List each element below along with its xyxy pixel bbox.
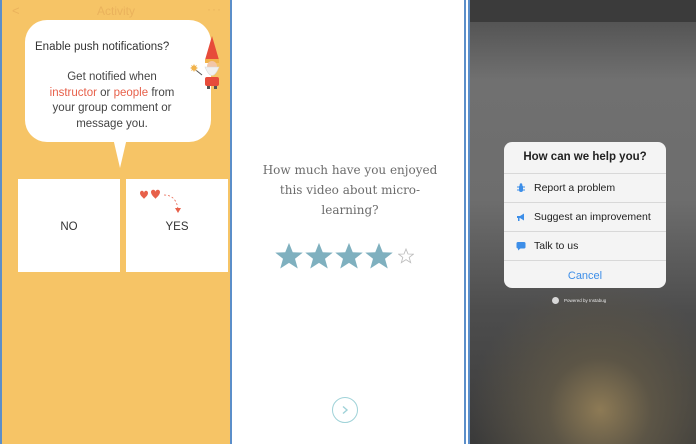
rating-screen: How much have you enjoyed this video abo…: [234, 0, 466, 444]
yes-label: YES: [165, 221, 189, 233]
star-filled-icon[interactable]: [304, 241, 334, 271]
star-empty-icon[interactable]: [398, 248, 414, 264]
message-text: Get notified when: [67, 71, 157, 83]
chat-icon: [516, 241, 526, 251]
nav-bar: < Activity ···: [2, 0, 230, 22]
notification-prompt-screen: < Activity ··· Enable push notifications…: [0, 0, 232, 444]
bug-icon: [516, 183, 526, 193]
prompt-title: Enable push notifications?: [35, 41, 170, 53]
instabug-logo-icon: [552, 297, 559, 304]
star-filled-icon[interactable]: [274, 241, 304, 271]
highlight-people: people: [113, 86, 149, 99]
more-button[interactable]: ···: [207, 0, 222, 20]
star-rating[interactable]: [274, 238, 414, 274]
sheet-title: How can we help you?: [504, 142, 666, 174]
powered-by-footer: Powered by Instabug: [552, 297, 606, 304]
star-filled-icon[interactable]: [334, 241, 364, 271]
no-button[interactable]: NO: [18, 179, 120, 272]
bubble-pointer: [113, 138, 127, 168]
option-label: Talk to us: [534, 240, 579, 252]
prompt-message: Get notified when instructor or people f…: [39, 70, 185, 132]
suggest-improvement-option[interactable]: Suggest an improvement: [504, 203, 666, 232]
option-label: Report a problem: [534, 182, 616, 194]
help-menu-screen: How can we help you? Report a problem Su…: [468, 0, 696, 444]
rating-question: How much have you enjoyed this video abo…: [262, 163, 438, 217]
blurred-status-bar: [470, 0, 696, 22]
yes-button[interactable]: YES: [126, 179, 228, 272]
message-connector: or: [100, 86, 111, 99]
notification-bubble: Enable push notifications? Get notified …: [25, 20, 220, 142]
talk-to-us-option[interactable]: Talk to us: [504, 232, 666, 261]
highlight-instructor: instructor: [49, 86, 97, 99]
hearts-icon: [140, 189, 181, 213]
back-button[interactable]: <: [12, 0, 20, 22]
chevron-right-icon: [342, 405, 349, 415]
gnome-mascot-icon: [190, 36, 220, 89]
next-button[interactable]: [332, 397, 358, 423]
no-label: NO: [60, 221, 78, 233]
cancel-button[interactable]: Cancel: [504, 261, 666, 288]
option-label: Suggest an improvement: [534, 211, 651, 223]
megaphone-icon: [516, 212, 526, 222]
help-action-sheet: How can we help you? Report a problem Su…: [504, 142, 666, 288]
star-filled-icon[interactable]: [364, 241, 394, 271]
nav-title: Activity: [96, 4, 135, 18]
report-problem-option[interactable]: Report a problem: [504, 174, 666, 203]
powered-by-text: Powered by Instabug: [564, 298, 607, 303]
